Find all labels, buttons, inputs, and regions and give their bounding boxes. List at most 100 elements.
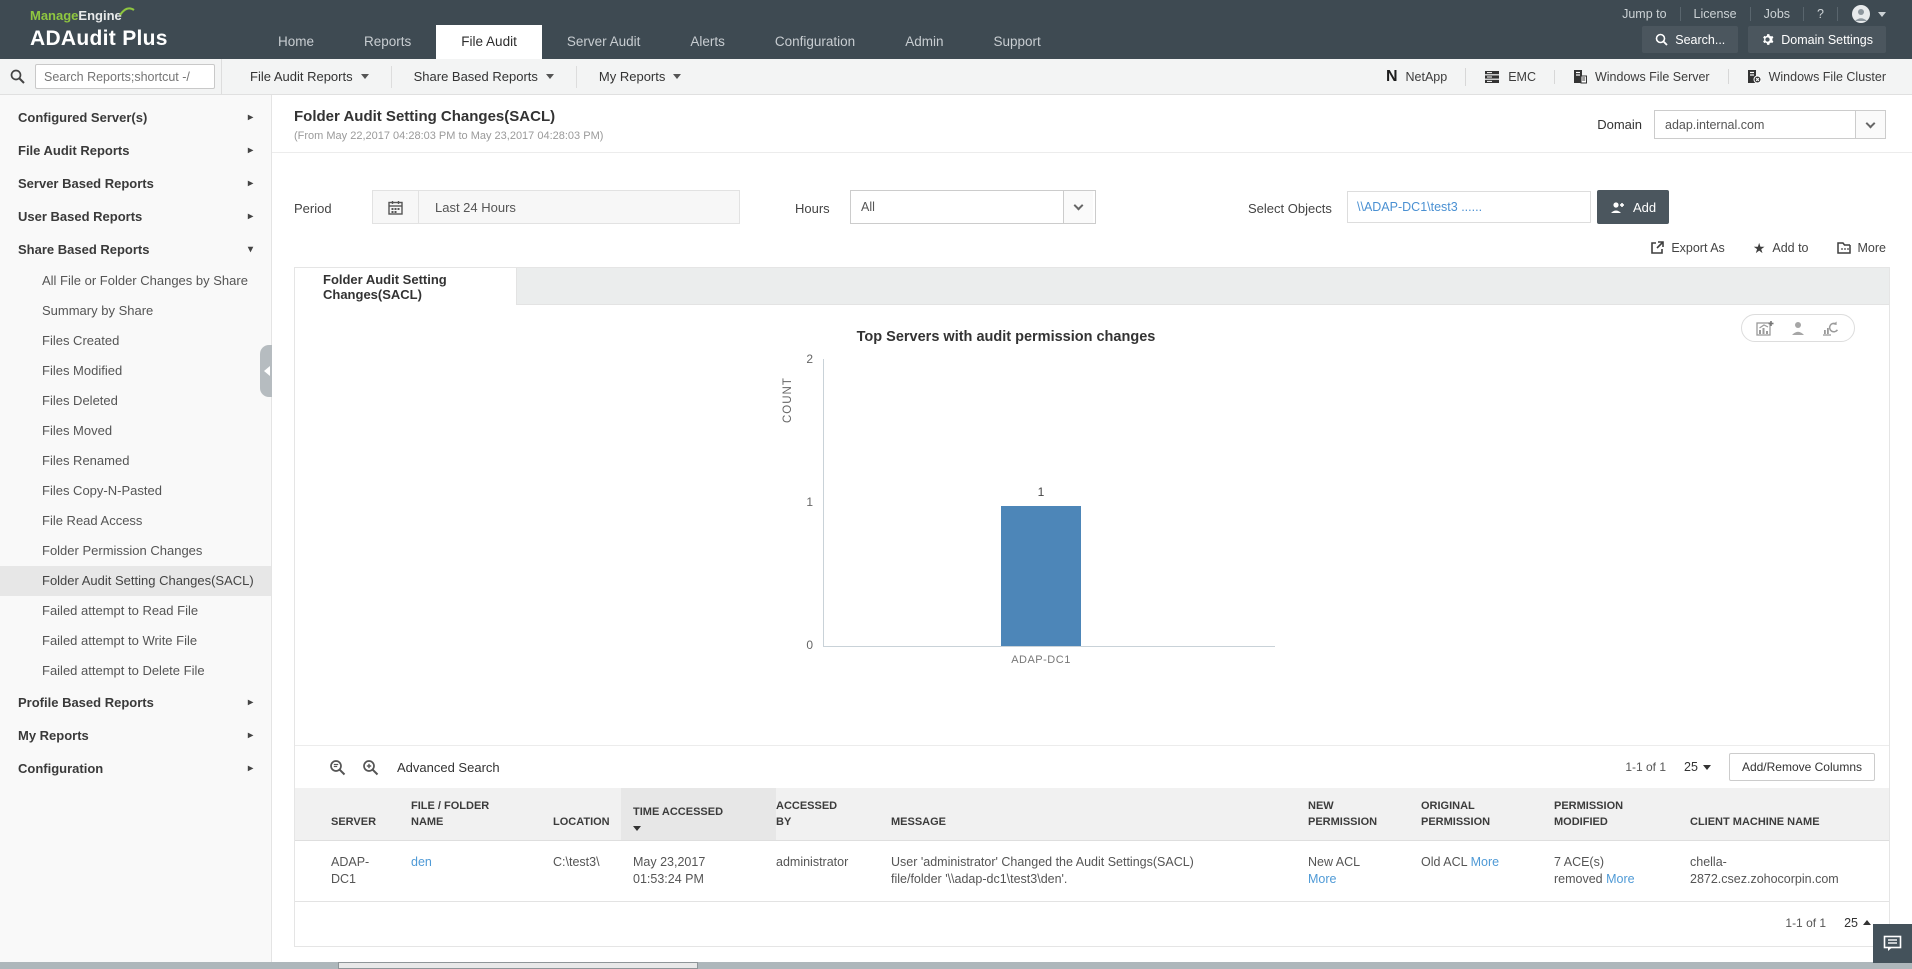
caret-down-icon: [545, 74, 554, 79]
sidebar-item-profile-based-reports[interactable]: Profile Based Reports ▸: [0, 686, 271, 719]
add-remove-columns-button[interactable]: Add/Remove Columns: [1728, 753, 1875, 781]
vendor-emc[interactable]: EMC: [1466, 69, 1555, 84]
report-search-input[interactable]: [35, 64, 215, 89]
chart-user-icon[interactable]: [1790, 320, 1806, 336]
license-link[interactable]: License: [1681, 7, 1751, 21]
nav-file-audit[interactable]: File Audit: [436, 25, 542, 59]
nav-alerts[interactable]: Alerts: [665, 25, 750, 59]
tab-folder-audit-setting-changes[interactable]: Folder Audit Setting Changes(SACL): [295, 268, 517, 305]
sidebar-item-failed-attempt-write[interactable]: Failed attempt to Write File: [0, 626, 271, 656]
file-folder-link[interactable]: den: [411, 855, 432, 869]
col-client-machine-name[interactable]: CLIENT MACHINE NAME: [1690, 788, 1855, 840]
col-time-accessed[interactable]: TIME ACCESSED: [621, 788, 776, 840]
pagination-range-bottom: 1-1 of 1: [1785, 915, 1827, 930]
chart-add-icon[interactable]: [1756, 320, 1774, 336]
chart-refresh-icon[interactable]: [1822, 320, 1840, 336]
sidebar-item-file-read-access[interactable]: File Read Access: [0, 506, 271, 536]
vendor-windows-file-server[interactable]: Windows File Server: [1555, 69, 1729, 84]
add-to-button[interactable]: ★ Add to: [1753, 241, 1809, 255]
hours-select[interactable]: All: [850, 190, 1096, 224]
sidebar-item-failed-attempt-read[interactable]: Failed attempt to Read File: [0, 596, 271, 626]
sidebar-item-files-created[interactable]: Files Created: [0, 326, 271, 356]
sidebar-item-files-copy-n-pasted[interactable]: Files Copy-N-Pasted: [0, 476, 271, 506]
period-picker[interactable]: Last 24 Hours: [372, 190, 740, 224]
sidebar-item-user-based-reports[interactable]: User Based Reports ▸: [0, 200, 271, 233]
help-icon[interactable]: ?: [1804, 7, 1838, 21]
permission-modified-more-link[interactable]: More: [1606, 872, 1634, 886]
menu-file-audit-reports[interactable]: File Audit Reports: [228, 65, 392, 88]
cell-message: User 'administrator' Changed the Audit S…: [891, 855, 1194, 886]
y-tick-2: 2: [806, 352, 813, 366]
sidebar-item-server-based-reports[interactable]: Server Based Reports ▸: [0, 167, 271, 200]
sidebar-item-summary-by-share[interactable]: Summary by Share: [0, 296, 271, 326]
nav-support[interactable]: Support: [968, 25, 1065, 59]
column-search-icon[interactable]: [329, 759, 346, 776]
advanced-search-label[interactable]: Advanced Search: [397, 760, 500, 775]
col-accessed-by[interactable]: ACCESSED BY: [776, 788, 891, 840]
global-search-button[interactable]: Search...: [1642, 26, 1739, 53]
col-permission-modified[interactable]: PERMISSION MODIFIED: [1554, 788, 1690, 840]
cell-file-folder-name: den: [411, 841, 553, 901]
domain-settings-button[interactable]: Domain Settings: [1748, 26, 1886, 53]
col-server[interactable]: SERVER: [331, 788, 411, 840]
sidebar-item-file-audit-reports[interactable]: File Audit Reports ▸: [0, 134, 271, 167]
page-size-select-bottom[interactable]: 25: [1844, 916, 1871, 930]
search-icon[interactable]: [10, 69, 25, 84]
utility-nav: Jump to License Jobs ?: [1609, 4, 1886, 24]
report-header: Folder Audit Setting Changes(SACL) (From…: [294, 108, 603, 142]
nav-configuration[interactable]: Configuration: [750, 25, 880, 59]
cell-location: C:\test3\: [553, 855, 600, 869]
cell-new-permission: New ACL More: [1308, 855, 1360, 886]
advanced-search-icon[interactable]: [362, 759, 379, 776]
hours-label: Hours: [795, 201, 830, 216]
chat-button[interactable]: [1873, 924, 1912, 963]
add-object-button[interactable]: Add: [1597, 190, 1670, 224]
nav-reports[interactable]: Reports: [339, 25, 436, 59]
sidebar-item-share-based-reports[interactable]: Share Based Reports ▾: [0, 233, 271, 266]
menu-share-based-reports[interactable]: Share Based Reports: [392, 65, 577, 88]
vendor-netapp[interactable]: N NetApp: [1368, 67, 1467, 86]
col-file-folder-name[interactable]: FILE / FOLDER NAME: [411, 788, 553, 840]
chart-title: Top Servers with audit permission change…: [856, 329, 1156, 345]
original-permission-more-link[interactable]: More: [1471, 855, 1499, 869]
sub-toolbar: File Audit Reports Share Based Reports M…: [0, 59, 1912, 95]
sidebar-item-files-deleted[interactable]: Files Deleted: [0, 386, 271, 416]
hours-value: All: [861, 200, 875, 214]
sidebar-item-my-reports[interactable]: My Reports ▸: [0, 719, 271, 752]
chevron-down-icon: ▾: [247, 244, 253, 255]
sidebar-item-configuration[interactable]: Configuration ▸: [0, 752, 271, 785]
caret-down-icon: [360, 74, 369, 79]
sidebar-item-files-modified[interactable]: Files Modified: [0, 356, 271, 386]
nav-server-audit[interactable]: Server Audit: [542, 25, 666, 59]
scrollbar-thumb[interactable]: [338, 962, 698, 969]
col-new-permission[interactable]: NEW PERMISSION: [1308, 788, 1421, 840]
sidebar-item-files-renamed[interactable]: Files Renamed: [0, 446, 271, 476]
more-button[interactable]: More: [1836, 241, 1886, 255]
bar-adap-dc1[interactable]: [1001, 506, 1081, 646]
col-message[interactable]: MESSAGE: [891, 788, 1308, 840]
nav-home[interactable]: Home: [253, 25, 339, 59]
horizontal-scrollbar[interactable]: [0, 962, 1912, 969]
col-original-permission[interactable]: ORIGINAL PERMISSION: [1421, 788, 1554, 840]
menu-my-reports[interactable]: My Reports: [577, 66, 703, 88]
jobs-link[interactable]: Jobs: [1751, 7, 1805, 21]
sidebar-item-failed-attempt-delete[interactable]: Failed attempt to Delete File: [0, 656, 271, 686]
select-objects-input[interactable]: [1347, 191, 1591, 223]
sidebar-item-folder-permission-changes[interactable]: Folder Permission Changes: [0, 536, 271, 566]
export-as-button[interactable]: Export As: [1650, 241, 1725, 255]
user-menu[interactable]: [1838, 4, 1886, 24]
domain-selector: Domain adap.internal.com: [1597, 110, 1886, 139]
sidebar-item-configured-servers[interactable]: Configured Server(s) ▸: [0, 101, 271, 134]
sidebar-item-files-moved[interactable]: Files Moved: [0, 416, 271, 446]
chat-icon: [1883, 935, 1902, 951]
nav-admin[interactable]: Admin: [880, 25, 968, 59]
sidebar-item-all-file-or-folder-changes[interactable]: All File or Folder Changes by Share: [0, 266, 271, 296]
sidebar-item-folder-audit-setting-changes[interactable]: Folder Audit Setting Changes(SACL): [0, 566, 271, 596]
x-category-label: ADAP-DC1: [1011, 654, 1071, 666]
page-size-select[interactable]: 25: [1684, 760, 1711, 774]
vendor-windows-file-cluster[interactable]: Windows File Cluster: [1729, 69, 1886, 84]
caret-down-icon: [1878, 11, 1886, 17]
jump-to-link[interactable]: Jump to: [1609, 7, 1681, 21]
domain-select[interactable]: adap.internal.com: [1654, 110, 1886, 139]
new-permission-more-link[interactable]: More: [1308, 872, 1336, 886]
